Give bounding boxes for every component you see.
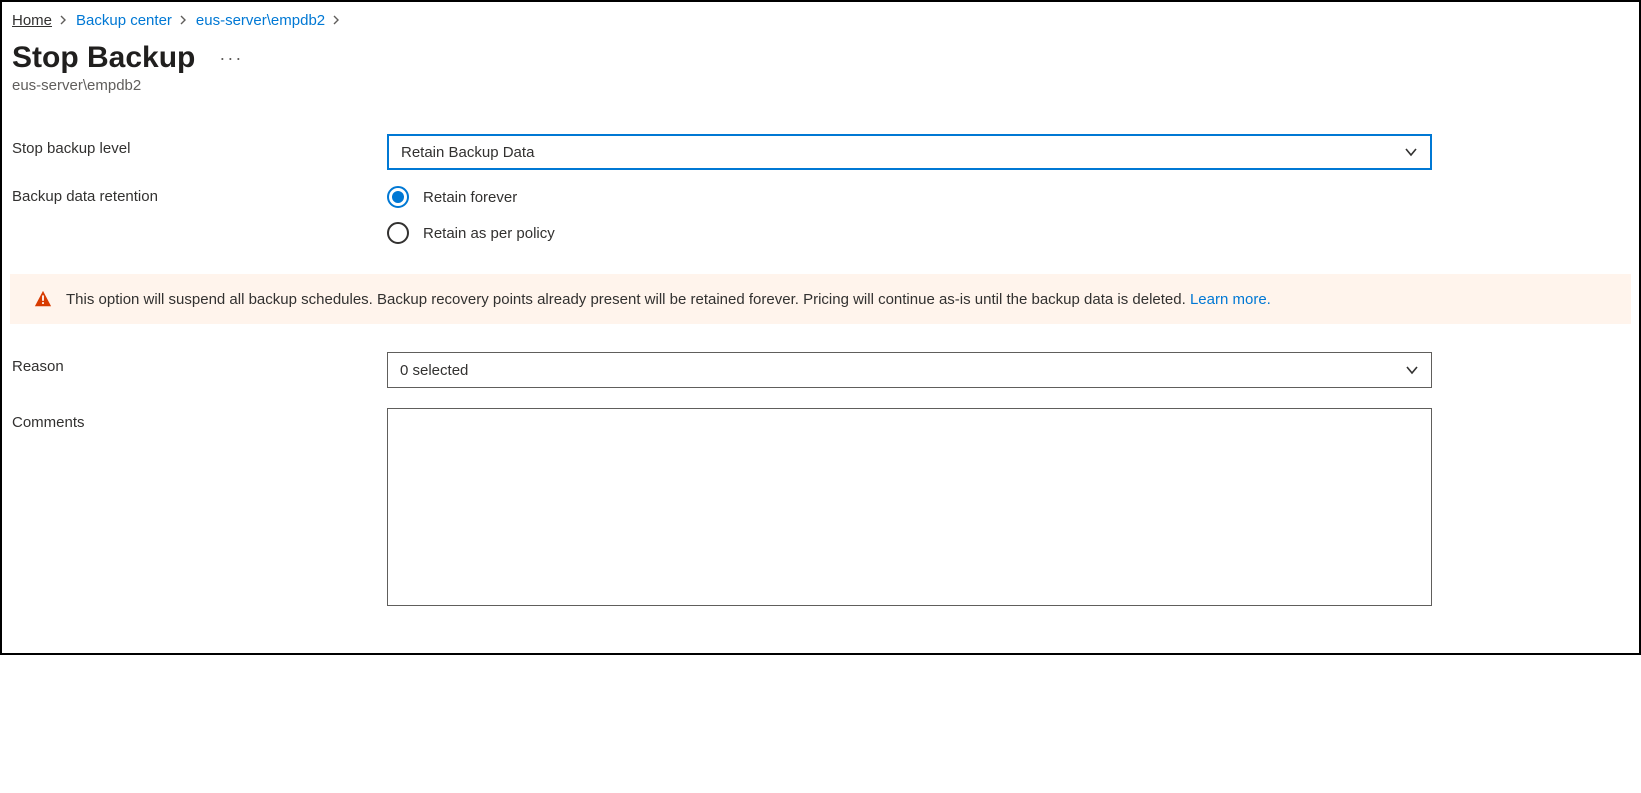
chevron-down-icon	[1404, 145, 1418, 159]
page-title: Stop Backup	[12, 41, 195, 75]
retention-row: Backup data retention Retain forever Ret…	[12, 182, 1629, 244]
radio-icon	[387, 222, 409, 244]
stop-level-select[interactable]: Retain Backup Data	[387, 134, 1432, 170]
reason-row: Reason 0 selected	[12, 352, 1629, 388]
more-actions-button[interactable]: ···	[219, 48, 243, 69]
banner-text: This option will suspend all backup sche…	[66, 291, 1190, 308]
reason-value: 0 selected	[400, 362, 468, 379]
chevron-right-icon	[60, 12, 68, 29]
retention-radio-forever[interactable]: Retain forever	[387, 186, 1432, 208]
stop-level-row: Stop backup level Retain Backup Data	[12, 134, 1629, 170]
warning-icon	[34, 290, 52, 308]
comments-row: Comments	[12, 408, 1629, 609]
radio-label: Retain as per policy	[423, 225, 555, 242]
stop-level-label: Stop backup level	[12, 134, 387, 157]
title-row: Stop Backup ···	[12, 41, 1629, 75]
retention-label: Backup data retention	[12, 182, 387, 205]
warning-banner: This option will suspend all backup sche…	[10, 274, 1631, 324]
page-subtitle: eus-server\empdb2	[12, 77, 1629, 94]
retention-radio-policy[interactable]: Retain as per policy	[387, 222, 1432, 244]
learn-more-link[interactable]: Learn more.	[1190, 291, 1271, 308]
chevron-right-icon	[180, 12, 188, 29]
breadcrumb-home[interactable]: Home	[12, 12, 52, 29]
breadcrumb: Home Backup center eus-server\empdb2	[12, 12, 1629, 29]
banner-text-wrap: This option will suspend all backup sche…	[66, 291, 1271, 308]
breadcrumb-backup-center[interactable]: Backup center	[76, 12, 172, 29]
radio-icon	[387, 186, 409, 208]
stop-level-value: Retain Backup Data	[401, 144, 534, 161]
reason-label: Reason	[12, 352, 387, 375]
comments-input[interactable]	[387, 408, 1432, 606]
radio-label: Retain forever	[423, 189, 517, 206]
retention-radio-group: Retain forever Retain as per policy	[387, 182, 1432, 244]
comments-label: Comments	[12, 408, 387, 431]
breadcrumb-resource[interactable]: eus-server\empdb2	[196, 12, 325, 29]
reason-select[interactable]: 0 selected	[387, 352, 1432, 388]
chevron-right-icon	[333, 12, 341, 29]
chevron-down-icon	[1405, 363, 1419, 377]
